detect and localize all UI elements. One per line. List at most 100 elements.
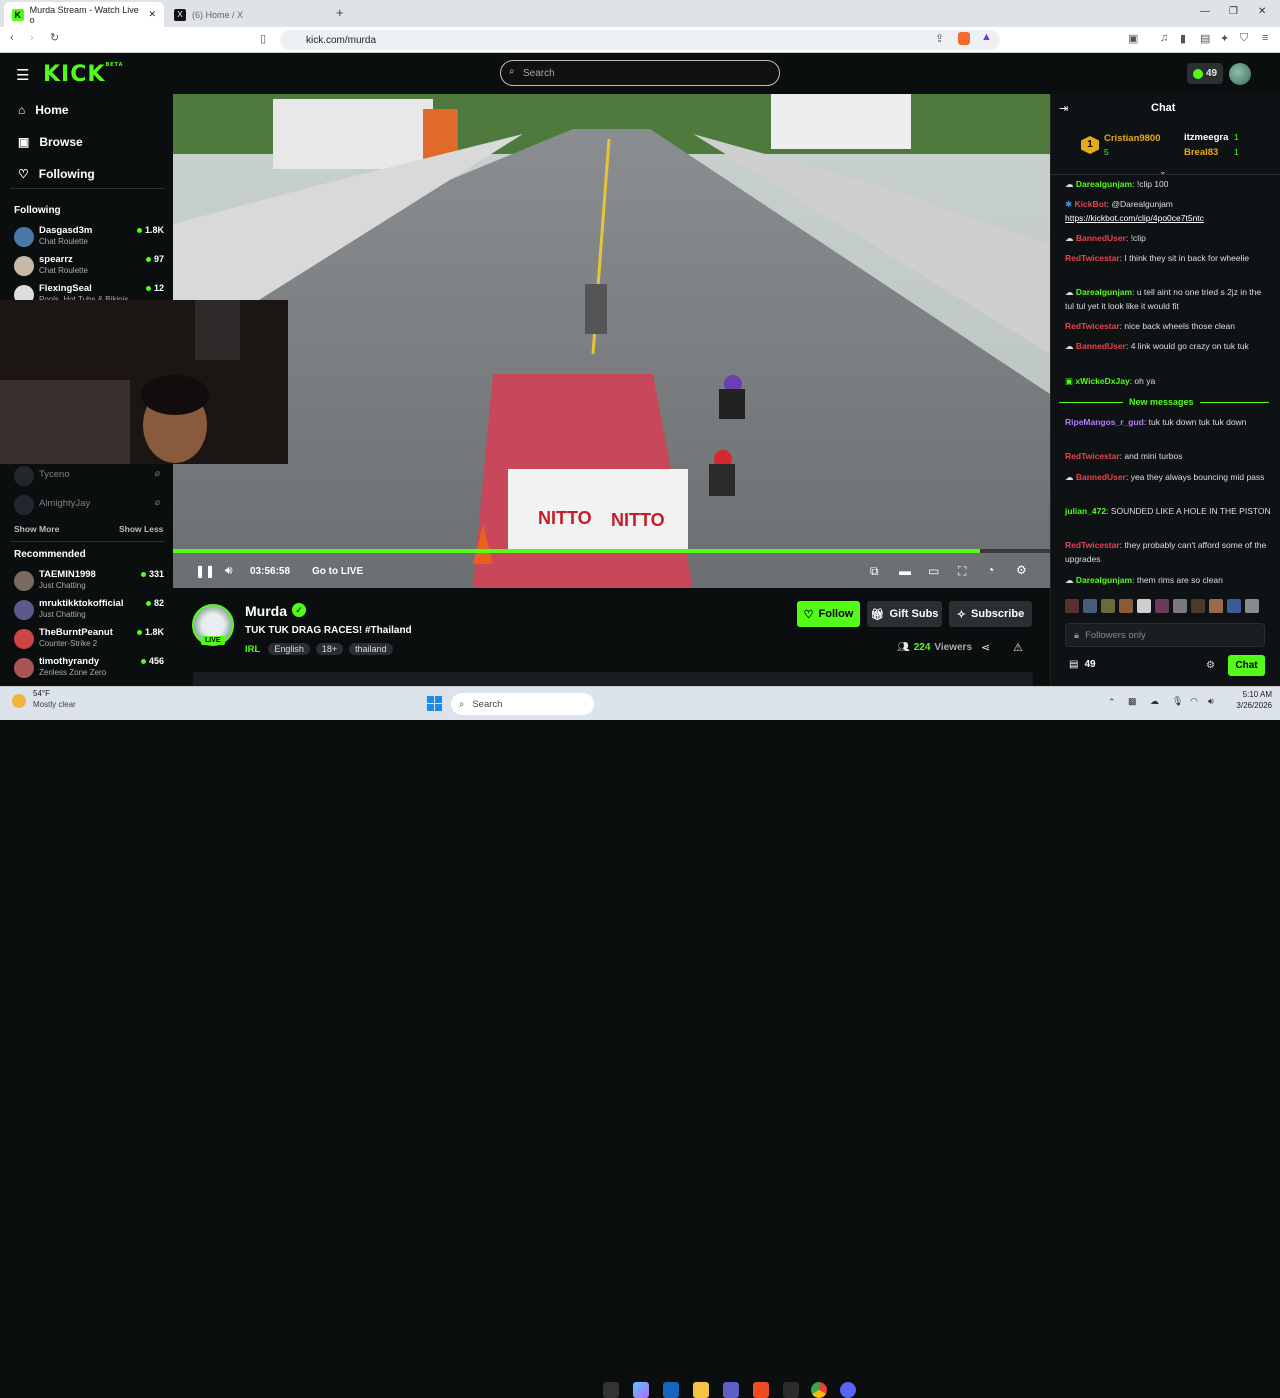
bookmark-icon[interactable]: ▯ bbox=[260, 32, 266, 45]
emote-icon[interactable] bbox=[1191, 599, 1205, 613]
task-view-icon[interactable] bbox=[603, 1382, 619, 1398]
kick-app-icon[interactable] bbox=[783, 1382, 799, 1398]
hamburger-menu-icon[interactable]: ☰ bbox=[16, 66, 29, 84]
back-icon[interactable]: ‹ bbox=[10, 32, 14, 44]
reader-icon[interactable]: ▣ bbox=[1128, 32, 1138, 45]
sidebar-item-following[interactable]: ♡ Following bbox=[18, 167, 95, 181]
sidebar-item-browse[interactable]: ▣ Browse bbox=[18, 135, 83, 149]
emote-icon[interactable] bbox=[1173, 599, 1187, 613]
weather-desc[interactable]: Mostly clear bbox=[33, 700, 76, 709]
weather-temp[interactable]: 54°F bbox=[33, 689, 50, 698]
tray-overflow-icon[interactable]: ⌃ bbox=[1108, 697, 1116, 708]
recommended-channel[interactable]: timothyrandy Zenless Zone Zero 456 bbox=[14, 656, 164, 684]
teams-icon[interactable] bbox=[723, 1382, 739, 1398]
clock-date[interactable]: 3/26/2026 bbox=[1228, 701, 1272, 710]
music-icon[interactable]: ♫ bbox=[1160, 32, 1168, 44]
search-input[interactable]: ⌕ Search bbox=[500, 60, 780, 86]
show-more-button[interactable]: Show More bbox=[14, 524, 59, 534]
tag-chip[interactable]: 18+ bbox=[315, 643, 344, 655]
wallet-icon[interactable]: ▤ bbox=[1200, 32, 1210, 45]
chat-username[interactable]: KickBot bbox=[1074, 199, 1106, 209]
chat-settings-icon[interactable]: ⚙ bbox=[1206, 660, 1215, 671]
kick-logo[interactable]: KICKBETA bbox=[43, 62, 124, 87]
chat-username[interactable]: RedTwicestar bbox=[1065, 451, 1120, 461]
taskbar-search[interactable]: ⌕ Search bbox=[451, 693, 594, 715]
category-link[interactable]: IRL bbox=[245, 644, 260, 655]
browser-tab-x[interactable]: X (6) Home / X bbox=[166, 2, 326, 27]
leo-ai-icon[interactable]: ✦ bbox=[1220, 32, 1229, 45]
chat-username[interactable]: Darealgunjam bbox=[1076, 575, 1132, 585]
file-explorer-icon[interactable] bbox=[693, 1382, 709, 1398]
subscribe-button[interactable]: ✧ Subscribe bbox=[949, 601, 1032, 627]
report-icon[interactable]: ⚠ bbox=[1013, 641, 1023, 654]
emote-icon[interactable] bbox=[1209, 599, 1223, 613]
tray-app-icon[interactable]: ▩ bbox=[1128, 696, 1137, 707]
tag-chip[interactable]: English bbox=[268, 643, 310, 655]
chat-username[interactable]: RedTwicestar bbox=[1065, 253, 1120, 263]
theater-mode-icon[interactable]: ▭ bbox=[928, 564, 939, 578]
chat-username[interactable]: Darealgunjam bbox=[1076, 179, 1132, 189]
user-avatar[interactable] bbox=[1229, 63, 1251, 85]
close-window-button[interactable]: ✕ bbox=[1258, 6, 1266, 17]
recommended-channel[interactable]: TAEMIN1998 Just Chatting 331 bbox=[14, 569, 164, 597]
following-channel[interactable]: Dasgasd3m Chat Roulette 1.8K bbox=[14, 225, 164, 253]
chat-input[interactable]: 🔒︎ Followers only bbox=[1065, 623, 1265, 647]
url-field[interactable]: kick.com/murda bbox=[280, 30, 1000, 50]
following-channel[interactable]: spearrz Chat Roulette 97 bbox=[14, 254, 164, 282]
minimize-button[interactable]: — bbox=[1200, 6, 1210, 17]
kicks-balance-button[interactable]: 49 bbox=[1187, 63, 1223, 84]
offline-channel[interactable]: Tyceno ⌀ bbox=[14, 464, 164, 492]
offline-channel[interactable]: AlmightyJay ⌀ bbox=[14, 493, 164, 521]
chat-username[interactable]: RedTwicestar bbox=[1065, 540, 1120, 550]
discord-icon[interactable] bbox=[840, 1382, 856, 1398]
brave-rewards-icon[interactable]: ▲ bbox=[981, 31, 992, 43]
browser-tab-kick[interactable]: K Murda Stream - Watch Live o ✕ bbox=[4, 2, 164, 27]
top-gifter-name[interactable]: Cristian9800 bbox=[1104, 133, 1161, 144]
show-less-button[interactable]: Show Less bbox=[119, 524, 163, 534]
expand-leaderboard-icon[interactable]: ⌄ bbox=[1159, 166, 1167, 177]
maximize-button[interactable]: ❐ bbox=[1229, 6, 1238, 17]
chat-username[interactable]: Darealgunjam bbox=[1076, 287, 1132, 297]
playback-speed-icon[interactable]: ◔ bbox=[987, 563, 994, 577]
channel-name[interactable]: Murda bbox=[245, 603, 287, 619]
store-icon[interactable] bbox=[663, 1382, 679, 1398]
tag-chip[interactable]: thailand bbox=[349, 643, 393, 655]
clip-icon[interactable]: ▬ bbox=[899, 564, 911, 578]
recommended-channel[interactable]: TheBurntPeanut Counter-Strike 2 1.8K bbox=[14, 627, 164, 655]
sidebar-item-home[interactable]: ⌂ Home bbox=[18, 103, 69, 117]
new-tab-button[interactable]: + bbox=[336, 5, 344, 20]
video-player[interactable]: NITTO NITTO ❚❚ 🔊︎ 03:56:58 Go to LIVE ⧉ … bbox=[173, 94, 1050, 588]
emote-icon[interactable] bbox=[1245, 599, 1259, 613]
chat-username[interactable]: RipeMangos_r_gud bbox=[1065, 417, 1144, 427]
wifi-icon[interactable]: ◠ bbox=[1190, 696, 1198, 707]
chat-username[interactable]: julian_472 bbox=[1065, 506, 1106, 516]
emote-bar[interactable] bbox=[1065, 599, 1265, 615]
progress-track[interactable] bbox=[173, 549, 1050, 553]
reload-icon[interactable]: ↻ bbox=[50, 31, 59, 44]
clip-link[interactable]: https://kickbot.com/clip/4po0ce7t5ntc bbox=[1065, 213, 1204, 223]
forward-icon[interactable]: › bbox=[30, 32, 34, 44]
mic-icon[interactable]: 🎙︎ bbox=[1172, 696, 1183, 707]
copilot-icon[interactable] bbox=[633, 1382, 649, 1398]
gifter-name[interactable]: itzmeegra bbox=[1184, 132, 1228, 143]
share-icon[interactable]: ⋖ bbox=[981, 641, 990, 654]
send-chat-button[interactable]: Chat bbox=[1228, 655, 1265, 676]
emote-icon[interactable] bbox=[1083, 599, 1097, 613]
recommended-channel[interactable]: mruktikktokofficial Just Chatting 82 bbox=[14, 598, 164, 626]
chat-username[interactable]: BannedUser bbox=[1076, 341, 1126, 351]
menu-icon[interactable]: ≡ bbox=[1262, 32, 1268, 44]
emote-icon[interactable] bbox=[1101, 599, 1115, 613]
chat-username[interactable]: BannedUser bbox=[1076, 472, 1126, 482]
fullscreen-icon[interactable]: ⛶ bbox=[958, 564, 966, 579]
chat-username[interactable]: RedTwicestar bbox=[1065, 321, 1120, 331]
network-icon[interactable]: ☁︎ bbox=[1150, 696, 1159, 707]
follow-button[interactable]: ♡ Follow bbox=[797, 601, 860, 627]
chat-username[interactable]: xWickeDxJay bbox=[1075, 376, 1129, 386]
settings-icon[interactable]: ⚙ bbox=[1016, 563, 1027, 577]
gift-subs-button[interactable]: 🎁︎ Gift Subs bbox=[867, 601, 942, 627]
go-to-live-button[interactable]: Go to LIVE bbox=[312, 566, 363, 577]
volume-icon[interactable]: 🔊︎ bbox=[1208, 696, 1214, 707]
chat-username[interactable]: BannedUser bbox=[1076, 233, 1126, 243]
emote-icon[interactable] bbox=[1227, 599, 1241, 613]
close-tab-icon[interactable]: ✕ bbox=[148, 9, 156, 20]
